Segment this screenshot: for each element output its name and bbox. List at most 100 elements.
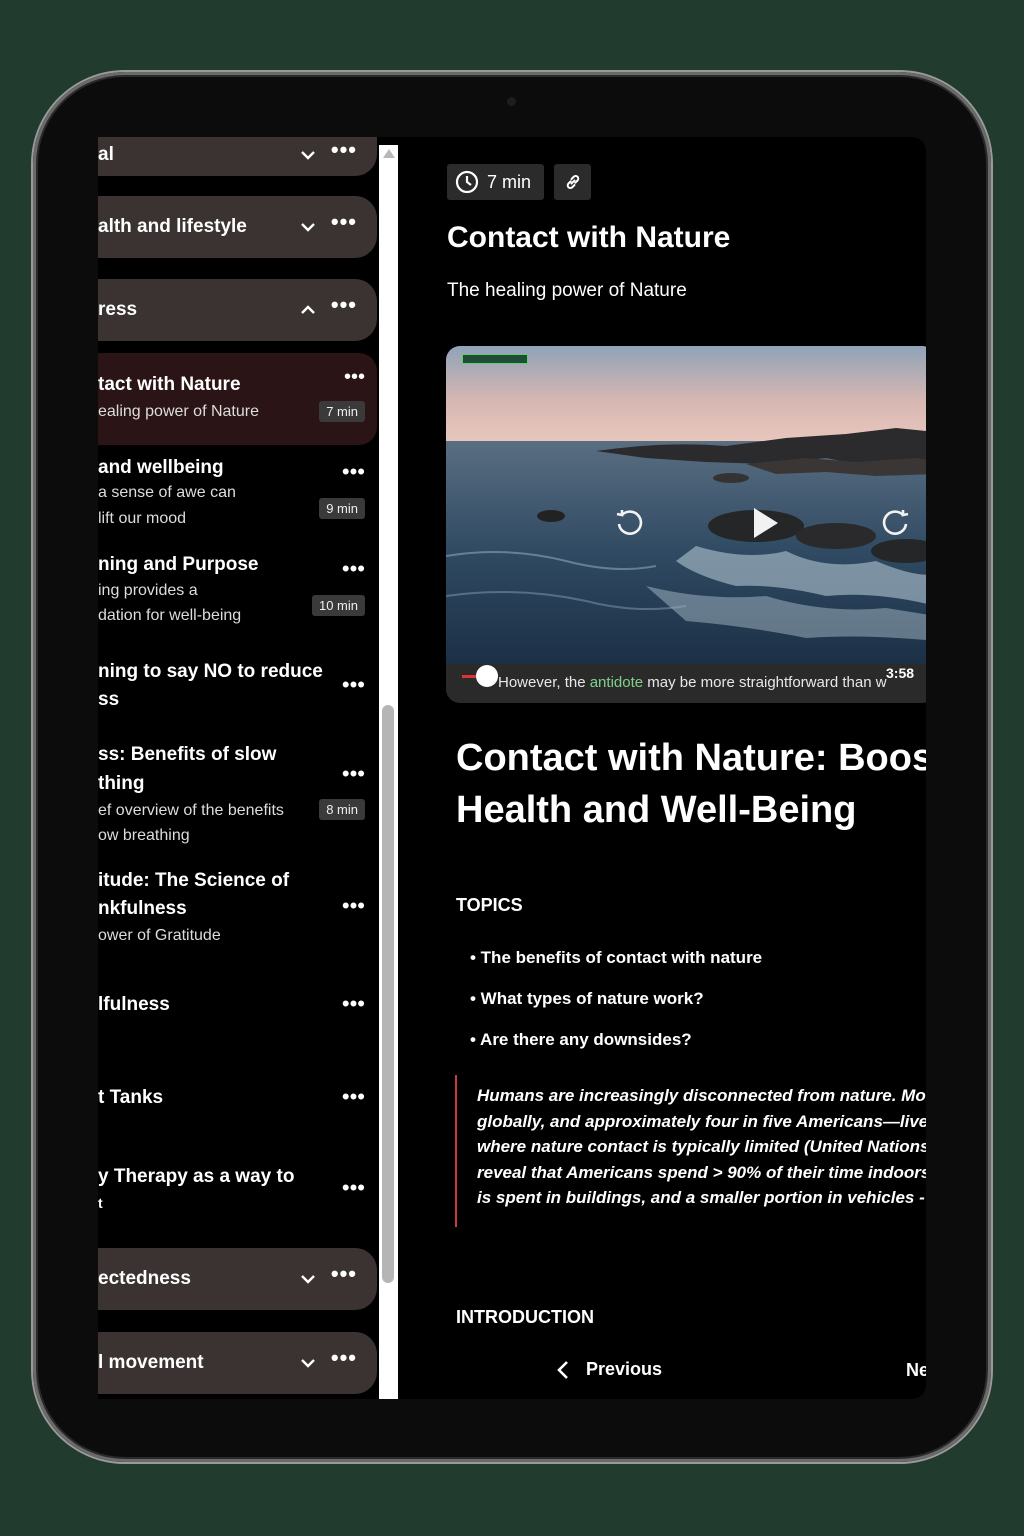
lesson-title: thing [98,773,145,794]
lesson-title: y Therapy as a way to [98,1166,295,1187]
chevron-down-icon[interactable] [301,1356,315,1370]
lesson-item[interactable]: lfulness ••• [98,991,377,1025]
module-header[interactable]: alth and lifestyle ••• [98,196,377,258]
article-title-line: Health and Well-Being [456,789,857,831]
module-title: ress [98,299,138,320]
more-options-icon[interactable]: ••• [331,1263,357,1285]
article-title-line: Contact with Nature: Boosti [456,737,926,779]
more-options-icon[interactable]: ••• [331,139,357,161]
article-quote: Humans are increasingly disconnected fro… [455,1075,926,1227]
quote-line: reveal that Americans spend > 90% of the… [477,1162,926,1182]
lesson-title: Contact with Nature [447,221,731,254]
lesson-title: and wellbeing [98,457,224,478]
lesson-content: 7 min Contact with Nature The healing po… [398,137,926,1399]
module-header[interactable]: l movement ••• [98,1332,377,1394]
copy-link-button[interactable] [554,164,591,200]
more-options-icon[interactable]: ••• [342,674,365,696]
more-options-icon[interactable]: ••• [342,763,365,785]
lesson-title: ning and Purpose [98,554,259,575]
module-header[interactable]: al ••• [98,137,377,176]
article-title: Contact with Nature: Boosti Health and W… [456,732,926,836]
chevron-up-icon[interactable] [301,303,315,317]
duration-badge: 7 min [319,401,365,422]
clock-icon [455,170,479,194]
module-header[interactable]: ectedness ••• [98,1248,377,1310]
lesson-title: tact with Nature [98,374,241,395]
chevron-left-icon [557,1360,568,1379]
lesson-item-active[interactable]: tact with Nature ealing power of Nature … [98,353,377,445]
lesson-item[interactable]: t Tanks ••• [98,1084,377,1118]
camera-icon [507,97,516,106]
more-options-icon[interactable]: ••• [331,211,357,233]
lesson-title: lfulness [98,994,170,1015]
introduction-heading: INTRODUCTION [456,1307,594,1327]
lesson-title: nkfulness [98,898,187,919]
chevron-down-icon[interactable] [301,220,315,234]
quote-line: globally, and approximately four in five… [477,1111,926,1131]
lesson-subtitle: ower of Gratitude [98,927,221,944]
duration-badge: 8 min [319,799,365,820]
quote-line: is spent in buildings, and a smaller por… [477,1188,926,1208]
video-logo-chip [462,354,528,364]
lesson-subtitle: ing provides a [98,582,198,599]
lesson-title: ss: Benefits of slow [98,744,277,765]
caption-text: However, the [498,674,590,691]
scroll-up-arrow-icon[interactable] [383,149,395,158]
video-caption: However, the antidote may be more straig… [498,674,887,691]
more-options-icon[interactable]: ••• [342,461,365,483]
more-options-icon[interactable]: ••• [342,1177,365,1199]
lesson-title: t [98,1195,103,1211]
link-icon [566,175,579,189]
lesson-subtitle: lift our mood [98,510,187,527]
video-time: 3:58 [886,665,915,681]
chevron-down-icon[interactable] [301,1272,315,1286]
caption-highlight: antidote [589,674,644,691]
module-title: ectedness [98,1268,191,1289]
lesson-item[interactable]: ss: Benefits of slow thing ef overview o… [98,741,377,851]
more-options-icon[interactable]: ••• [344,367,365,387]
previous-label: Previous [586,1359,663,1379]
rewind-icon[interactable] [613,506,647,540]
lesson-subtitle: a sense of awe can [98,484,236,501]
screen: al ••• alth and lifestyle ••• ress ••• t… [98,137,926,1399]
duration-text: 7 min [487,171,532,192]
topic-item: • Are there any downsides? [470,1030,692,1049]
next-button[interactable]: Ne [906,1360,926,1381]
chevron-down-icon[interactable] [301,148,315,162]
more-options-icon[interactable]: ••• [331,1347,357,1369]
topics-heading: TOPICS [456,895,523,915]
more-options-icon[interactable]: ••• [342,895,365,917]
module-title: alth and lifestyle [98,216,247,237]
video-player[interactable]: However, the antidote may be more straig… [446,346,926,703]
quote-line: Humans are increasingly disconnected fro… [477,1086,926,1105]
sidebar-scrollbar[interactable] [379,145,398,1399]
lesson-subtitle: ow breathing [98,827,190,844]
lesson-item[interactable]: and wellbeing a sense of awe can lift ou… [98,453,377,543]
more-options-icon[interactable]: ••• [342,1086,365,1108]
video-scrubber-knob[interactable] [476,665,498,687]
quote-line: where nature contact is typically limite… [477,1137,926,1157]
fast-forward-icon[interactable] [878,506,912,540]
lesson-title: t Tanks [98,1087,164,1108]
topic-item: • The benefits of contact with nature [470,948,763,967]
module-title: l movement [98,1352,204,1373]
topic-item: • What types of nature work? [470,989,704,1008]
more-options-icon[interactable]: ••• [342,993,365,1015]
scrollbar-thumb[interactable] [382,705,394,1283]
duration-badge: 9 min [319,498,365,519]
more-options-icon[interactable]: ••• [331,294,357,316]
course-sidebar: al ••• alth and lifestyle ••• ress ••• t… [98,137,379,1399]
lesson-item[interactable]: ning to say NO to reduce ss ••• [98,658,377,718]
lesson-subtitle: ef overview of the benefits [98,802,284,819]
module-title: al [98,144,114,165]
lesson-item[interactable]: y Therapy as a way to t ••• [98,1163,377,1223]
lesson-title: ning to say NO to reduce [98,661,323,682]
more-options-icon[interactable]: ••• [342,558,365,580]
module-header-expanded[interactable]: ress ••• [98,279,377,341]
caption-text: may be more straightforward than w [643,674,887,691]
play-icon[interactable] [750,506,780,540]
previous-button[interactable]: Previous [556,1359,662,1380]
lesson-item[interactable]: ning and Purpose ing provides a dation f… [98,550,377,640]
lesson-item[interactable]: itude: The Science of nkfulness ower of … [98,867,377,951]
duration-badge: 10 min [311,595,365,616]
